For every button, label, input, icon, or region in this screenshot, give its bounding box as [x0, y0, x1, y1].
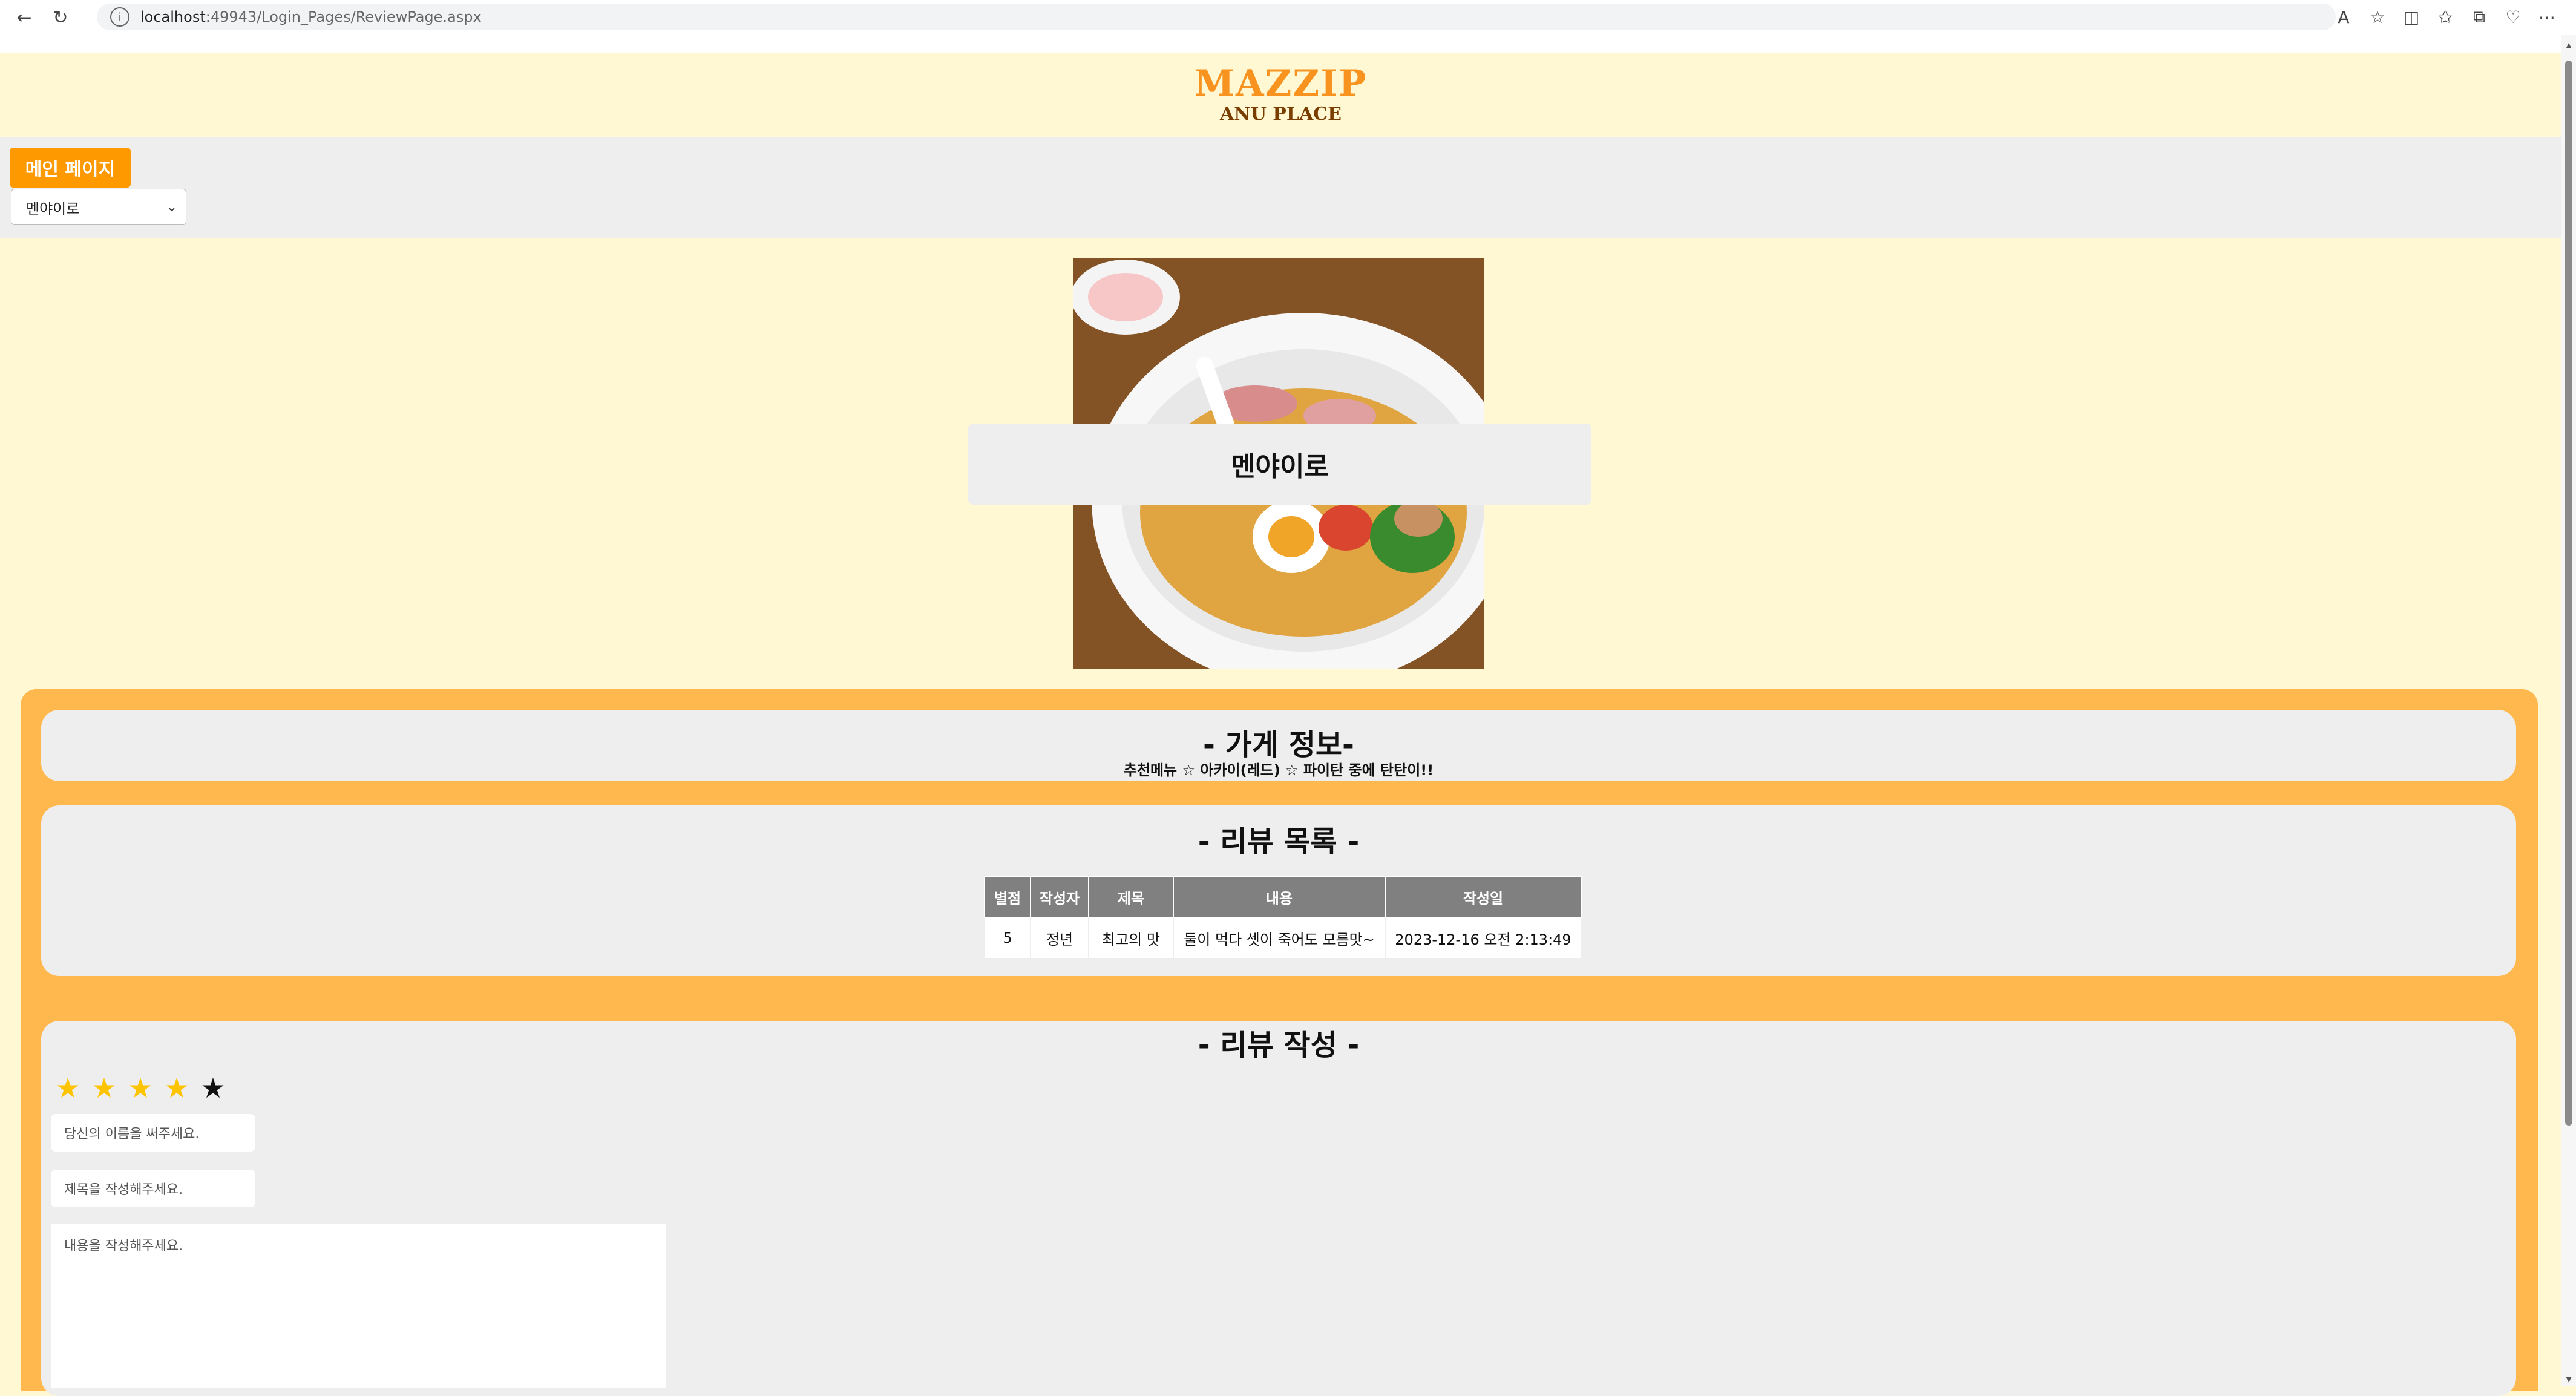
star-icon-4[interactable]: ★	[159, 1074, 195, 1102]
table-header-row: 별점 작성자 제목 내용 작성일	[984, 876, 1582, 918]
cell-date: 2023-12-16 오전 2:13:49	[1385, 917, 1582, 959]
logo-subtitle: ANU PLACE	[1220, 103, 1342, 125]
review-table: 별점 작성자 제목 내용 작성일 5 정년 최고의 맛 둘이 먹다 셋이 죽어도…	[984, 876, 1582, 959]
review-title-input[interactable]: 제목을 작성해주세요.	[51, 1170, 255, 1207]
author-name-input[interactable]: 당신의 이름을 써주세요.	[51, 1114, 255, 1152]
read-aloud-icon[interactable]: A	[2327, 4, 2361, 30]
browser-toolbar: ← ↻ i localhost:49943/Login_Pages/Review…	[0, 0, 2576, 35]
split-screen-icon[interactable]: ◫	[2394, 4, 2428, 30]
table-row: 5 정년 최고의 맛 둘이 먹다 셋이 죽어도 모름맛~ 2023-12-16 …	[984, 917, 1582, 959]
scroll-up-icon[interactable]: ▴	[2564, 39, 2574, 51]
cell-rating: 5	[984, 917, 1031, 959]
scrollbar-thumb[interactable]	[2565, 61, 2572, 1126]
column-header-date: 작성일	[1385, 876, 1582, 918]
star-icon-5[interactable]: ★	[195, 1074, 231, 1102]
star-icon-1[interactable]: ★	[50, 1074, 86, 1102]
review-write-title: - 리뷰 작성 -	[1198, 1028, 1360, 1062]
star-icon-2[interactable]: ★	[86, 1074, 122, 1102]
site-header: MAZZIP ANU PLACE	[0, 53, 2561, 137]
column-header-author: 작성자	[1030, 876, 1089, 918]
column-header-subject: 제목	[1088, 876, 1174, 918]
cell-author: 정년	[1030, 917, 1089, 959]
favorite-star-icon[interactable]: ☆	[2361, 4, 2394, 30]
more-menu-icon[interactable]: ⋯	[2530, 4, 2564, 30]
url-text: localhost:49943/Login_Pages/ReviewPage.a…	[140, 8, 482, 25]
store-select-value: 멘야이로	[26, 200, 80, 217]
logo-title: MAZZIP	[1194, 62, 1368, 105]
browser-actions: A ☆ ◫ ✩ ⧉ ♡ ⋯	[2327, 4, 2564, 30]
column-header-rating: 별점	[984, 876, 1031, 918]
main-page-button[interactable]: 메인 페이지	[10, 148, 131, 188]
url-path: :49943/Login_Pages/ReviewPage.aspx	[205, 8, 482, 25]
scroll-down-icon[interactable]: ▾	[2564, 1373, 2574, 1386]
column-header-content: 내용	[1173, 876, 1386, 918]
nav-band: 메인 페이지 멘야이로 ⌄	[0, 137, 2561, 238]
collections-icon[interactable]: ⧉	[2462, 4, 2496, 30]
back-icon[interactable]: ←	[12, 5, 36, 30]
browser-essentials-icon[interactable]: ♡	[2496, 4, 2530, 30]
address-bar[interactable]: i localhost:49943/Login_Pages/ReviewPage…	[97, 4, 2336, 30]
review-content-textarea[interactable]: 내용을 작성해주세요.	[51, 1224, 666, 1388]
page-top-spacer	[0, 35, 2576, 53]
star-rating[interactable]: ★ ★ ★ ★ ★	[50, 1074, 231, 1102]
store-select[interactable]: 멘야이로 ⌄	[11, 189, 186, 225]
store-info-title: - 가게 정보-	[1203, 728, 1354, 762]
favorites-icon[interactable]: ✩	[2428, 4, 2462, 30]
store-name-banner: 멘야이로	[968, 424, 1591, 505]
review-list-title: - 리뷰 목록 -	[1198, 825, 1360, 859]
url-host: localhost	[140, 8, 206, 25]
chevron-down-icon: ⌄	[166, 199, 177, 215]
info-icon[interactable]: i	[110, 7, 129, 27]
cell-content: 둘이 먹다 셋이 죽어도 모름맛~	[1173, 917, 1386, 959]
star-icon-3[interactable]: ★	[122, 1074, 159, 1102]
cell-subject: 최고의 맛	[1088, 917, 1174, 959]
refresh-icon[interactable]: ↻	[48, 5, 73, 30]
store-info-description: 추천메뉴 ☆ 아카이(레드) ☆ 파이탄 중에 탄탄이!!	[1123, 762, 1434, 779]
store-info-panel: - 가게 정보- 추천메뉴 ☆ 아카이(레드) ☆ 파이탄 중에 탄탄이!!	[41, 710, 2516, 781]
